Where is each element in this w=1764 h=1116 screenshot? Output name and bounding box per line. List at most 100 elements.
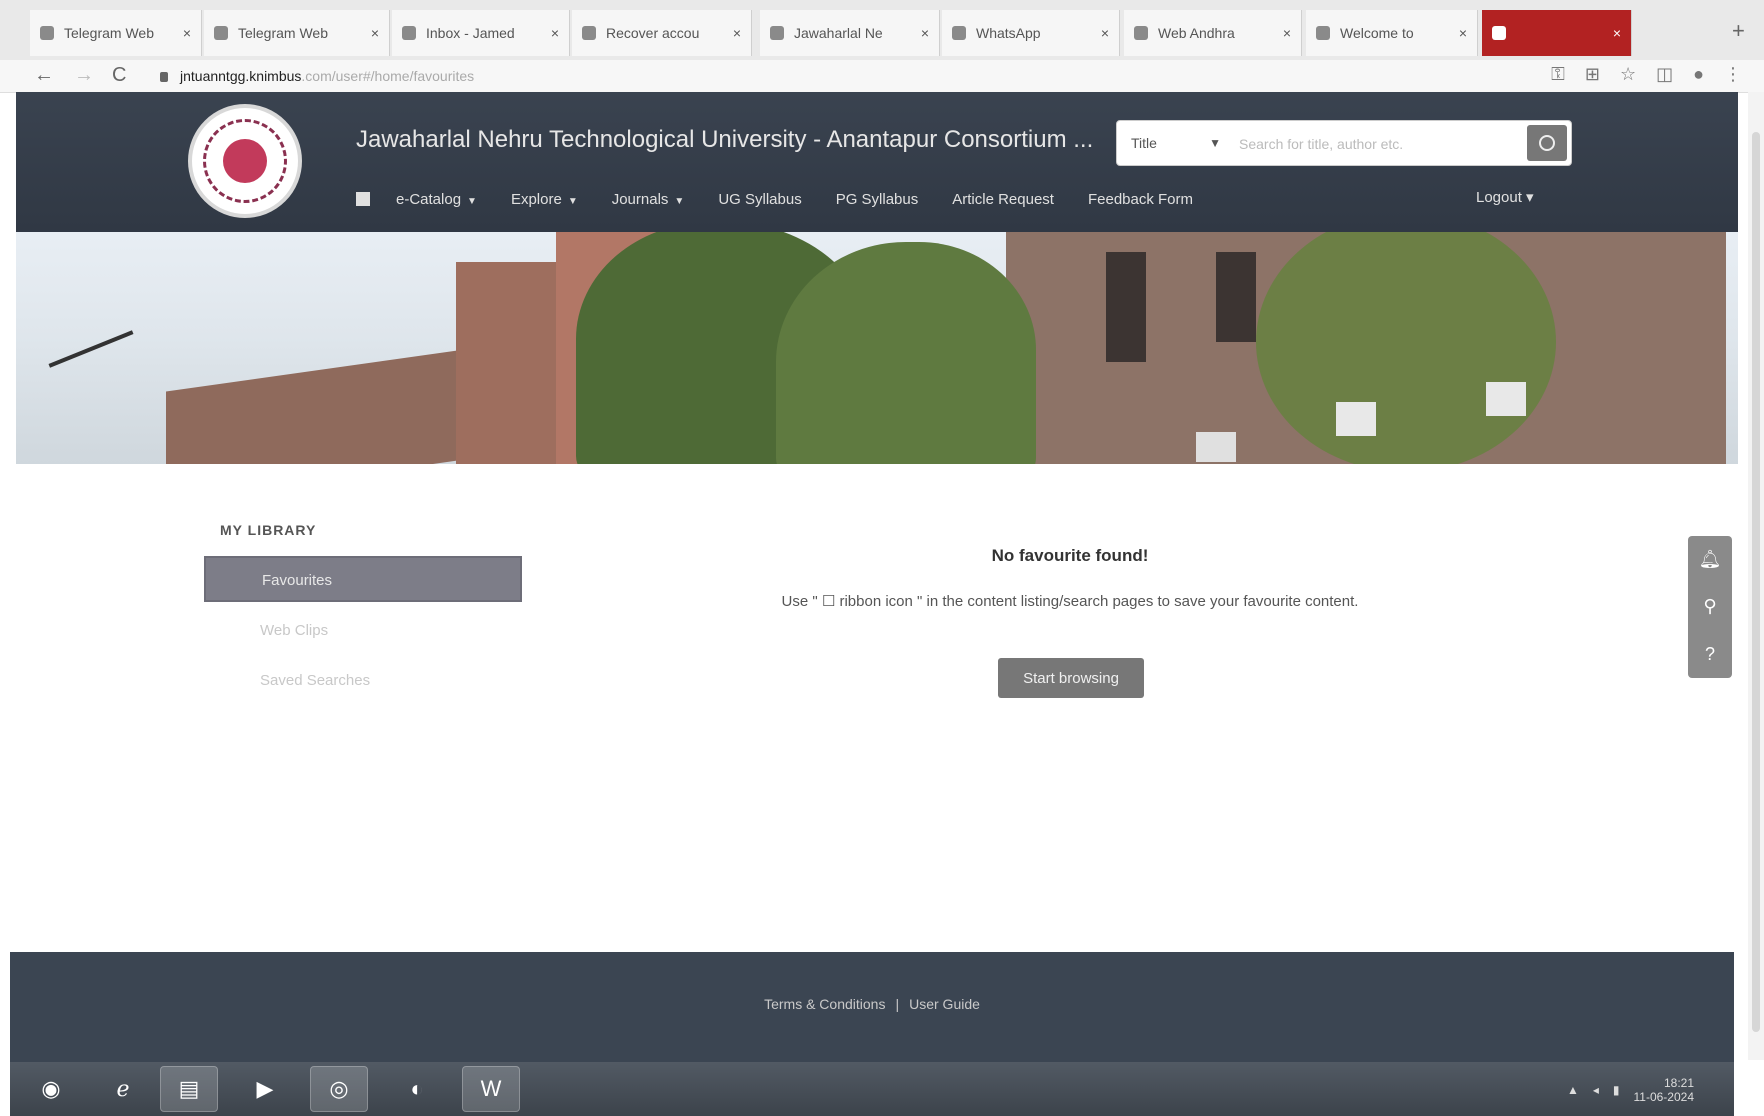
nav-ecatalog[interactable]: e-Catalog ▼ — [396, 191, 477, 208]
help-icon[interactable]: ? — [1705, 644, 1715, 665]
tab-close-icon[interactable]: × — [371, 25, 379, 41]
media-player-icon[interactable]: ▶ — [236, 1066, 294, 1112]
banner-pole — [48, 330, 134, 368]
lock-icon — [160, 72, 168, 83]
news-favicon-icon — [1134, 26, 1148, 40]
bell-icon[interactable]: 🔔︎ — [1699, 549, 1722, 570]
profile-icon[interactable]: ● — [1693, 64, 1704, 85]
user-guide-link[interactable]: User Guide — [909, 996, 980, 1012]
site-footer: Terms & Conditions | User Guide — [10, 952, 1734, 1062]
search-field-value: Title — [1131, 135, 1157, 151]
home-icon[interactable] — [356, 192, 370, 206]
browser-tab[interactable]: Jawaharlal Ne × — [760, 10, 940, 56]
university-logo[interactable] — [188, 104, 302, 218]
caret-down-icon: ▼ — [467, 195, 477, 207]
tab-close-icon[interactable]: × — [1283, 25, 1291, 41]
banner-window — [1106, 252, 1146, 362]
link-icon[interactable]: ⚲ — [1703, 596, 1716, 617]
terms-link[interactable]: Terms & Conditions — [764, 996, 885, 1012]
logo-emblem — [223, 139, 267, 183]
browser-tab-label: Telegram Web — [64, 25, 155, 41]
browser-tab-strip: Telegram Web × Telegram Web × Inbox - Ja… — [0, 0, 1764, 61]
browser-tab-label: Web Andhra — [1158, 25, 1235, 41]
browser-tab-label: Welcome to — [1340, 25, 1414, 41]
browser-tab[interactable]: Inbox - Jamed × — [392, 10, 570, 56]
nav-feedback-form[interactable]: Feedback Form — [1088, 191, 1193, 208]
bookmark-star-icon[interactable]: ☆ — [1620, 64, 1636, 85]
url-field[interactable]: jntuanntgg.knimbus.com/user#/home/favour… — [160, 64, 474, 88]
chevron-down-icon: ▼ — [1209, 136, 1221, 150]
nav-article-request[interactable]: Article Request — [952, 191, 1054, 208]
key-icon[interactable]: ⚿ — [1551, 64, 1565, 85]
nav-journals[interactable]: Journals ▼ — [612, 191, 685, 208]
chrome-icon[interactable]: ◎ — [310, 1066, 368, 1112]
banner-ac-unit — [1486, 382, 1526, 416]
google-favicon-icon — [1316, 26, 1330, 40]
forward-arrow-icon[interactable]: → — [74, 64, 94, 87]
tab-close-icon[interactable]: × — [733, 25, 741, 41]
banner-tree — [1256, 232, 1556, 464]
site-title: Jawaharlal Nehru Technological Universit… — [356, 126, 1094, 153]
word-icon[interactable]: W — [462, 1066, 520, 1112]
banner-window — [1216, 252, 1256, 342]
nav-label: Journals — [611, 190, 669, 208]
extension-icon[interactable]: ◫ — [1656, 64, 1673, 85]
file-explorer-icon[interactable]: ▤ — [160, 1066, 218, 1112]
search-icon — [1539, 135, 1555, 151]
new-tab-icon[interactable]: + — [1732, 18, 1745, 44]
tab-close-icon[interactable]: × — [183, 25, 191, 41]
volume-icon[interactable]: ◂ — [1593, 1083, 1599, 1097]
firefox-icon[interactable]: ◐ — [388, 1066, 446, 1112]
empty-state-title: No favourite found! — [991, 546, 1149, 565]
banner-tree — [776, 242, 1036, 464]
search-box: Title ▼ — [1116, 120, 1572, 166]
university-favicon-icon — [770, 26, 784, 40]
internet-explorer-icon[interactable]: ℯ — [94, 1066, 152, 1112]
tab-close-icon[interactable]: × — [921, 25, 929, 41]
search-button[interactable] — [1527, 125, 1567, 161]
browser-tab[interactable]: Welcome to × — [1306, 10, 1478, 56]
menu-kebab-icon[interactable]: ⋮ — [1724, 64, 1742, 85]
gmail-favicon-icon — [402, 26, 416, 40]
battery-icon[interactable]: ▮ — [1613, 1083, 1620, 1097]
browser-toolbar-icons: ⚿ ⊞ ☆ ◫ ● ⋮ — [1551, 64, 1742, 85]
url-host: jntuanntgg.knimbus — [180, 68, 302, 84]
start-button-icon[interactable]: ◉ — [22, 1066, 80, 1112]
whatsapp-favicon-icon — [952, 26, 966, 40]
tab-close-icon[interactable]: × — [1101, 25, 1109, 41]
browser-tab[interactable]: Recover accou × — [572, 10, 752, 56]
url-path: .com/user#/home/favourites — [301, 68, 475, 84]
system-clock[interactable]: 18:21 11-06-2024 — [1634, 1076, 1695, 1104]
tab-close-icon[interactable]: × — [1459, 25, 1467, 41]
scrollbar-thumb[interactable] — [1752, 132, 1760, 1032]
sidebar-item-favourites[interactable]: Favourites — [204, 556, 522, 602]
page-scrollbar[interactable] — [1748, 92, 1764, 1060]
sidebar-item-web-clips[interactable]: Web Clips — [204, 608, 522, 654]
reload-icon[interactable]: C — [112, 64, 126, 87]
browser-tab[interactable]: WhatsApp × — [942, 10, 1120, 56]
browser-tab[interactable]: Telegram Web × — [204, 10, 390, 56]
back-arrow-icon[interactable]: ← — [34, 64, 54, 87]
sidebar-item-saved-searches[interactable]: Saved Searches — [204, 658, 522, 704]
campus-banner-image — [16, 232, 1738, 464]
nav-pg-syllabus[interactable]: PG Syllabus — [836, 191, 919, 208]
main-nav: e-Catalog ▼ Explore ▼ Journals ▼ UG Syllabu… — [356, 184, 1227, 214]
floating-tools-panel: 🔔︎ ⚲ ? — [1688, 536, 1732, 678]
translate-icon[interactable]: ⊞ — [1585, 64, 1600, 85]
browser-tab[interactable]: Web Andhra × — [1124, 10, 1302, 56]
search-input[interactable] — [1237, 129, 1521, 159]
search-field-select[interactable]: Title ▼ — [1125, 129, 1225, 157]
caret-down-icon: ▼ — [674, 195, 685, 207]
tab-close-icon[interactable]: × — [1613, 25, 1621, 41]
browser-tab-label: Recover accou — [606, 25, 700, 41]
nav-explore[interactable]: Explore ▼ — [511, 191, 578, 208]
windows-taskbar: ◉ ℯ ▤ ▶ ◎ ◐ W ▲ ◂ ▮ 18:21 11-06-2024 — [10, 1062, 1734, 1116]
tab-close-icon[interactable]: × — [551, 25, 559, 41]
start-browsing-button[interactable]: Start browsing — [998, 658, 1144, 698]
nav-ug-syllabus[interactable]: UG Syllabus — [718, 191, 801, 208]
browser-tab[interactable]: Telegram Web × — [30, 10, 202, 56]
clock-date: 11-06-2024 — [1633, 1090, 1695, 1104]
network-icon[interactable]: ▲ — [1567, 1083, 1579, 1097]
browser-tab-active[interactable]: × — [1482, 10, 1632, 56]
logout-menu[interactable]: Logout ▾ — [1476, 188, 1534, 206]
